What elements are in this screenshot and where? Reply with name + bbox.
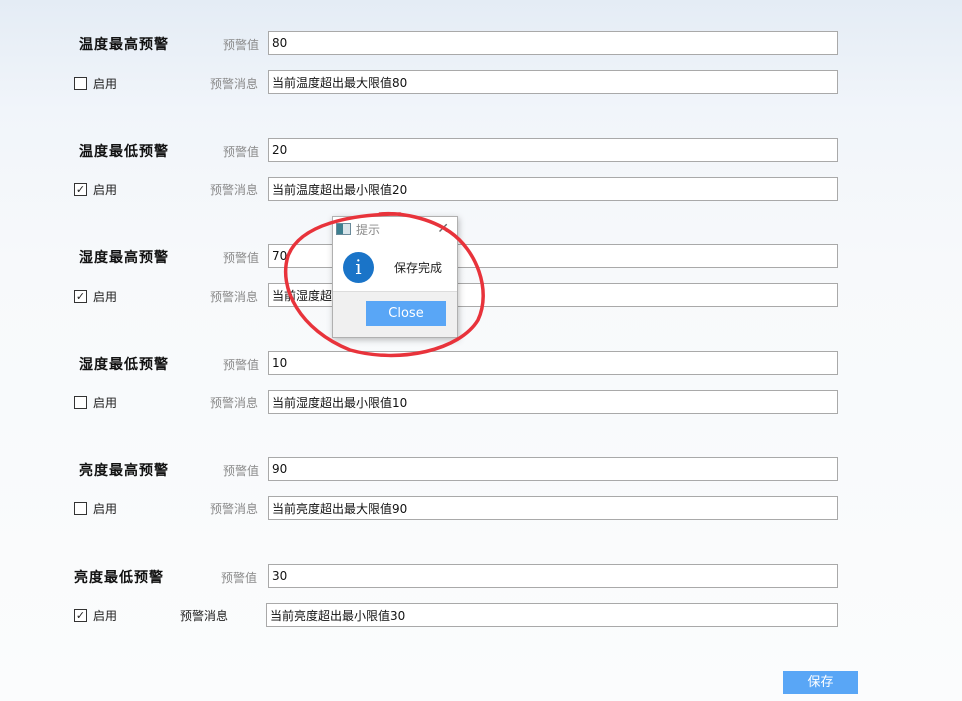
dialog-footer: Close xyxy=(333,291,457,337)
message-label: 预警消息 xyxy=(210,396,259,410)
threshold-label: 预警值 xyxy=(223,464,260,478)
brightness-high-message-input[interactable] xyxy=(268,496,838,520)
humidity-high-enable-checkbox[interactable]: ✓ 启用 xyxy=(74,288,117,304)
enable-label: 启用 xyxy=(93,501,118,516)
message-label: 预警消息 xyxy=(210,502,259,516)
checkbox-box[interactable] xyxy=(74,395,87,409)
dialog-message: 保存完成 xyxy=(394,260,443,275)
enable-label: 启用 xyxy=(93,76,118,91)
dialog-title: 提示 xyxy=(356,222,381,237)
close-button[interactable]: Close xyxy=(366,301,446,326)
humidity-low-enable-checkbox[interactable]: 启用 xyxy=(74,394,117,410)
enable-label: 启用 xyxy=(93,182,118,197)
group-title-humidity-low: 湿度最低预警 xyxy=(79,357,169,373)
dialog-titlebar[interactable]: 提示 ✕ xyxy=(333,217,457,241)
brightness-low-threshold-input[interactable] xyxy=(268,564,838,588)
enable-label: 启用 xyxy=(93,289,118,304)
brightness-low-message-input[interactable] xyxy=(266,603,838,627)
brightness-low-enable-checkbox[interactable]: ✓ 启用 xyxy=(74,607,117,623)
threshold-label: 预警值 xyxy=(223,358,260,372)
temp-high-threshold-input[interactable] xyxy=(268,31,838,55)
close-icon[interactable]: ✕ xyxy=(437,221,449,237)
checkbox-box[interactable]: ✓ xyxy=(74,608,87,622)
threshold-label: 预警值 xyxy=(223,145,260,159)
threshold-label: 预警值 xyxy=(221,571,258,585)
message-label: 预警消息 xyxy=(210,77,259,91)
enable-label: 启用 xyxy=(93,608,118,623)
temp-low-threshold-input[interactable] xyxy=(268,138,838,162)
checkbox-box[interactable] xyxy=(74,76,87,90)
group-title-brightness-low: 亮度最低预警 xyxy=(74,570,164,586)
enable-label: 启用 xyxy=(93,395,118,410)
message-label: 预警消息 xyxy=(210,290,259,304)
temp-high-enable-checkbox[interactable]: 启用 xyxy=(74,75,117,91)
info-icon: i xyxy=(343,251,374,283)
checkbox-box[interactable]: ✓ xyxy=(74,182,87,196)
message-dialog: 提示 ✕ i 保存完成 Close xyxy=(332,216,458,338)
brightness-high-threshold-input[interactable] xyxy=(268,457,838,481)
checkbox-box[interactable]: ✓ xyxy=(74,289,87,303)
save-button[interactable]: 保存 xyxy=(783,671,858,694)
group-title-humidity-high: 湿度最高预警 xyxy=(79,250,169,266)
threshold-label: 预警值 xyxy=(223,251,260,265)
window-icon xyxy=(336,223,351,235)
message-label: 预警消息 xyxy=(210,183,259,197)
group-title-brightness-high: 亮度最高预警 xyxy=(79,463,169,479)
threshold-label: 预警值 xyxy=(223,38,260,52)
message-label: 预警消息 xyxy=(180,609,229,623)
temp-high-message-input[interactable] xyxy=(268,70,838,94)
dialog-body: i 保存完成 xyxy=(333,241,457,293)
group-title-temp-high: 温度最高预警 xyxy=(79,37,169,53)
temp-low-message-input[interactable] xyxy=(268,177,838,201)
checkbox-box[interactable] xyxy=(74,501,87,515)
brightness-high-enable-checkbox[interactable]: 启用 xyxy=(74,500,117,516)
temp-low-enable-checkbox[interactable]: ✓ 启用 xyxy=(74,181,117,197)
humidity-low-message-input[interactable] xyxy=(268,390,838,414)
group-title-temp-low: 温度最低预警 xyxy=(79,144,169,160)
humidity-low-threshold-input[interactable] xyxy=(268,351,838,375)
